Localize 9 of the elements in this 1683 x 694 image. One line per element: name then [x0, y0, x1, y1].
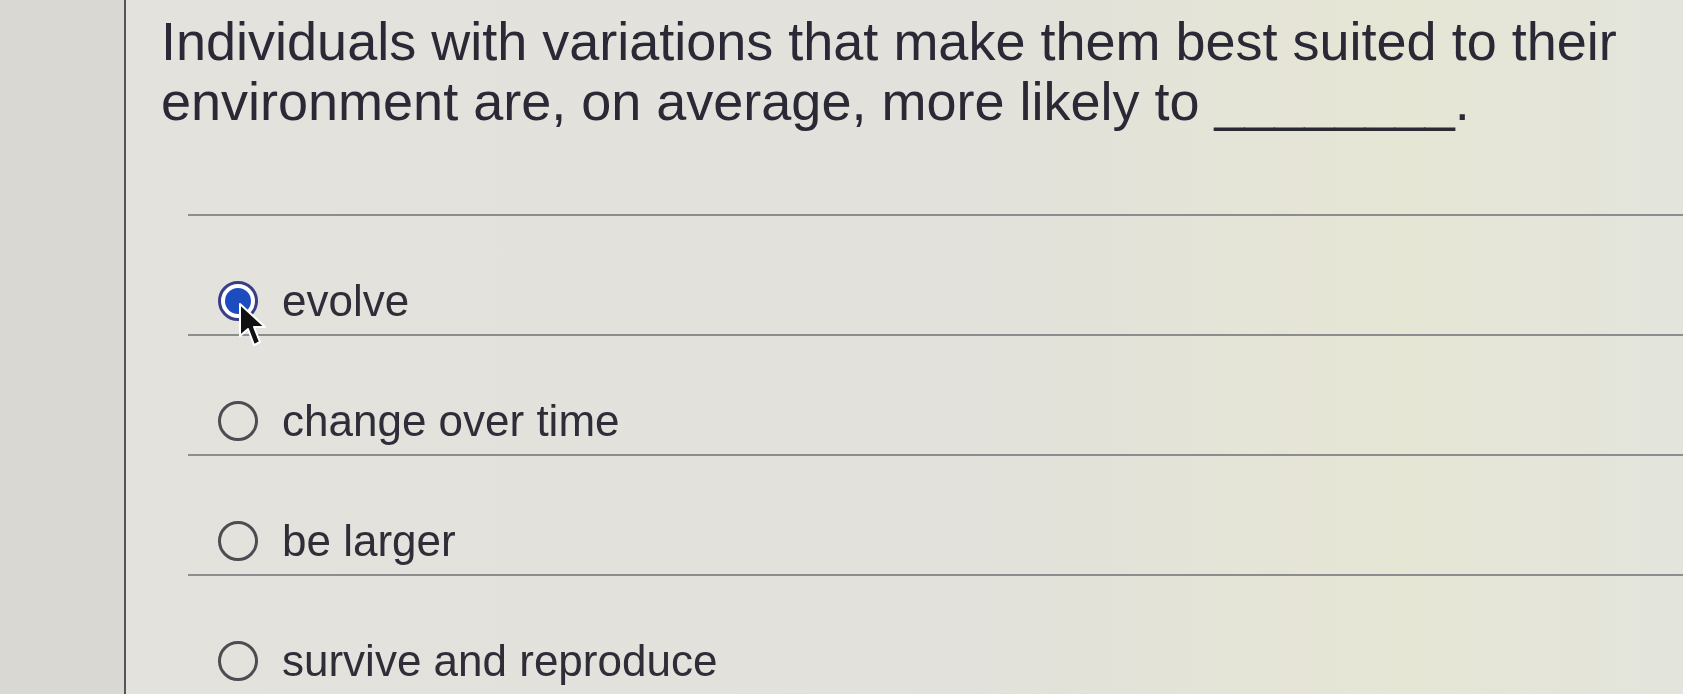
radio-button[interactable]: [218, 401, 258, 441]
question-text: Individuals with variations that make them best suited to their environment are, on average, more likely to ________.: [161, 11, 1618, 131]
radio-button[interactable]: [218, 521, 258, 561]
option-label[interactable]: survive and reproduce: [282, 634, 718, 688]
mouse-pointer-icon: [238, 302, 268, 348]
option-label[interactable]: be larger: [282, 514, 456, 568]
radio-button[interactable]: [218, 641, 258, 681]
option-label[interactable]: evolve: [282, 274, 410, 328]
option-label[interactable]: change over time: [282, 394, 620, 448]
